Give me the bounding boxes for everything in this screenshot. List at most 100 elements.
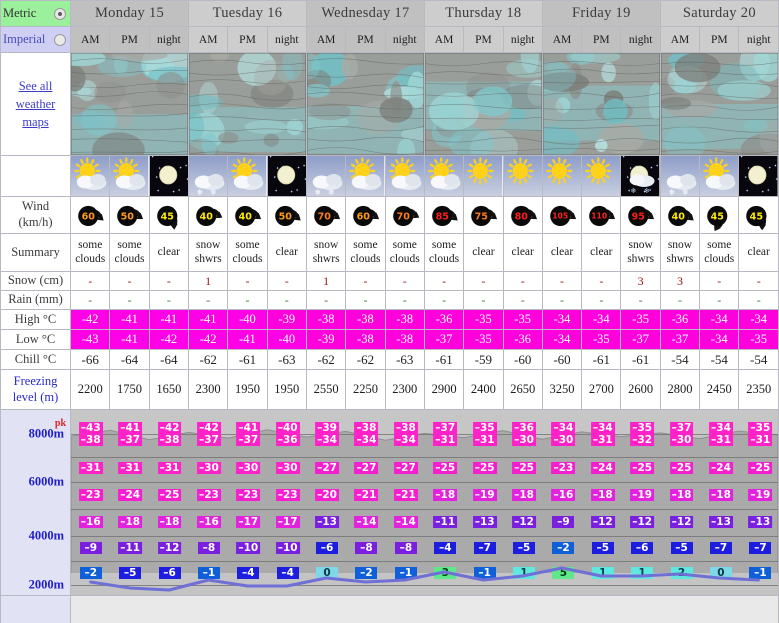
wind-label-line1: Wind	[21, 199, 50, 214]
wind-arrow-icon-10: 75	[464, 197, 502, 233]
slot-header-8[interactable]: night	[384, 26, 425, 53]
rain-cell-5: -	[266, 290, 307, 310]
weather-icon-moon-clear-5[interactable]: ✦✦✦✦✦✦✦✦✦✦✦✦	[266, 155, 307, 197]
wind-arrow-icon-7: 60	[346, 197, 384, 233]
wind-speed-cell-12: 105	[541, 196, 583, 234]
map-image-4[interactable]	[542, 53, 660, 155]
weather-map-thumbnail-3[interactable]	[423, 52, 543, 156]
slot-header-5[interactable]: night	[266, 26, 307, 53]
wind-arrow-icon-9: 85	[425, 197, 463, 233]
svg-text:75: 75	[475, 211, 488, 222]
slot-header-14[interactable]: night	[620, 26, 661, 53]
weather-map-thumbnail-4[interactable]	[541, 52, 661, 156]
weather-icon-sun-cloud-9[interactable]	[423, 155, 465, 197]
cloud-snow-icon: ❄ ❄	[189, 156, 228, 196]
freezing-level-cell-13: 2700	[581, 369, 622, 410]
weather-icon-cloud-snow-6[interactable]: ❄ ❄	[305, 155, 347, 197]
summary-word: clear	[472, 245, 495, 258]
wind-speed-cell-17: 45	[738, 196, 779, 234]
metric-radio-icon[interactable]	[54, 7, 67, 20]
weather-icon-sun-cloud-4[interactable]	[227, 155, 268, 197]
slot-header-11[interactable]: night	[502, 26, 543, 53]
wind-label-line2: (km/h)	[18, 215, 53, 229]
weather-icon-moon-clear-17[interactable]: ✦✦✦✦✦✦✦✦✦✦✦✦	[738, 155, 779, 197]
weather-map-thumbnail-1[interactable]	[188, 52, 307, 156]
summary-word: some	[707, 238, 732, 251]
slot-header-3[interactable]: AM	[188, 26, 229, 53]
wind-speed-cell-6: 70	[305, 196, 347, 234]
day-header-row: Metric Monday 15 Tuesday 16 Wednesday 17…	[0, 0, 779, 27]
map-image-1[interactable]	[189, 53, 306, 155]
slot-header-13[interactable]: PM	[581, 26, 622, 53]
slot-header-9[interactable]: AM	[423, 26, 465, 53]
weather-icon-sun-clear-12[interactable]	[541, 155, 583, 197]
slot-header-4[interactable]: PM	[227, 26, 268, 53]
weather-icon-sun-clear-11[interactable]	[502, 155, 543, 197]
map-image-3[interactable]	[424, 53, 542, 155]
weather-icon-moon-clear-2[interactable]: ✦✦✦✦✦✦✦✦✦✦✦✦	[148, 155, 190, 197]
day-header-tuesday[interactable]: Tuesday 16	[188, 0, 307, 27]
imperial-radio-icon[interactable]	[54, 33, 67, 46]
weather-forecast-page: Metric Monday 15 Tuesday 16 Wednesday 17…	[0, 0, 779, 623]
slot-header-1[interactable]: PM	[109, 26, 150, 53]
slot-header-15[interactable]: AM	[659, 26, 701, 53]
svg-text:70: 70	[318, 211, 332, 222]
freezing-label-line2: level (m)	[12, 389, 59, 404]
weather-icon-sun-cloud-8[interactable]	[384, 155, 425, 197]
svg-text:50: 50	[278, 211, 292, 222]
slot-header-10[interactable]: PM	[463, 26, 504, 53]
summary-word: some	[117, 238, 142, 251]
day-header-wednesday[interactable]: Wednesday 17	[305, 0, 425, 27]
see-all-weather-maps-link[interactable]: See all weather maps	[0, 52, 72, 156]
wind-speed-cell-5: 50	[266, 196, 307, 234]
weather-map-thumbnail-2[interactable]	[305, 52, 425, 156]
snow-row-label: Snow (cm)	[0, 271, 72, 291]
weather-icon-sun-cloud-0[interactable]	[70, 155, 111, 197]
day-header-thursday[interactable]: Thursday 18	[423, 0, 543, 27]
slot-header-0[interactable]: AM	[70, 26, 111, 53]
slot-header-17[interactable]: night	[738, 26, 779, 53]
weather-icon-cloud-snow-3[interactable]: ❄ ❄	[188, 155, 229, 197]
slot-header-7[interactable]: PM	[345, 26, 386, 53]
slot-header-16[interactable]: PM	[699, 26, 740, 53]
weather-icon-sun-cloud-7[interactable]	[345, 155, 386, 197]
map-link-line3[interactable]: maps	[1, 113, 70, 131]
svg-text:110: 110	[591, 212, 607, 221]
map-image-2[interactable]	[306, 53, 424, 155]
svg-text:105: 105	[552, 212, 568, 221]
freezing-level-row: Freezing level (m) 2200 1750 1650 2300 1950 1…	[0, 369, 779, 410]
weather-icon-cloud-snow-15[interactable]: ❄ ❄	[659, 155, 701, 197]
wind-arrow-icon-0: 60	[71, 197, 109, 233]
summary-word: clear	[590, 245, 613, 258]
metric-toggle[interactable]: Metric	[0, 0, 72, 27]
slot-header-12[interactable]: AM	[541, 26, 583, 53]
map-image-0[interactable]	[71, 53, 189, 155]
map-image-5[interactable]	[660, 53, 778, 155]
slot-header-2[interactable]: night	[148, 26, 190, 53]
snow-cell-3: 1	[188, 271, 229, 291]
day-header-monday[interactable]: Monday 15	[70, 0, 190, 27]
imperial-toggle[interactable]: Imperial	[0, 26, 72, 53]
high-temp-cell-17: -34	[738, 309, 779, 330]
weather-icon-sun-clear-10[interactable]	[463, 155, 504, 197]
svg-text:60: 60	[82, 211, 96, 222]
summary-word: clouds	[75, 252, 106, 265]
weather-icon-sun-cloud-16[interactable]	[699, 155, 740, 197]
day-header-saturday[interactable]: Saturday 20	[659, 0, 779, 27]
low-row-label: Low °C	[0, 329, 72, 350]
slot-header-6[interactable]: AM	[305, 26, 347, 53]
svg-text:70: 70	[396, 211, 410, 222]
summary-cell-10: clear	[463, 233, 504, 272]
snow-cell-11: -	[502, 271, 543, 291]
freezing-level-cell-17: 2350	[738, 369, 779, 410]
weather-icon-sun-clear-13[interactable]	[581, 155, 622, 197]
weather-map-thumbnail-5[interactable]	[659, 52, 779, 156]
weather-icon-moon-snow-14[interactable]: ✦✦✦✦✦✦✦✦✦✦✦✦❄❄	[620, 155, 661, 197]
map-link-line1[interactable]: See all	[1, 77, 70, 95]
map-link-line2[interactable]: weather	[1, 95, 70, 113]
summary-word: some	[78, 238, 103, 251]
weather-icon-sun-cloud-1[interactable]	[109, 155, 150, 197]
weather-map-thumbnail-0[interactable]	[70, 52, 190, 156]
high-temp-cell-11: -35	[502, 309, 543, 330]
day-header-friday[interactable]: Friday 19	[541, 0, 661, 27]
